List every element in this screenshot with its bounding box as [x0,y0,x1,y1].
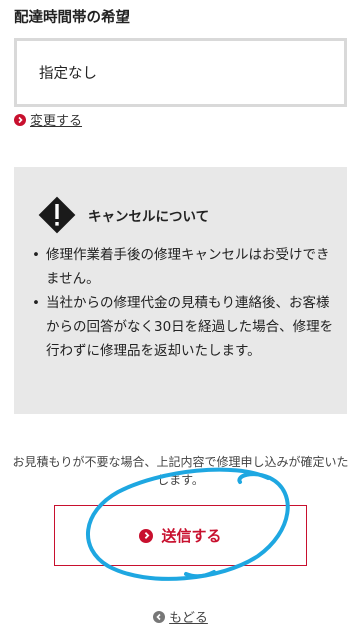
cancel-notice-item: 当社からの修理代金の見積もり連絡後、お客様からの回答がなく30日を経過した場合、… [28,291,340,363]
submit-button[interactable]: 送信する [54,505,307,566]
chevron-right-circle-icon [14,113,26,126]
cancel-notice-title: キャンセルについて [88,209,210,225]
cancel-notice-item: 修理作業着手後の修理キャンセルはお受けできません。 [28,243,340,291]
confirm-text: お見積もりが不要な場合、上記内容で修理申し込みが確定いたします。 [12,455,349,487]
cancel-notice-list: 修理作業着手後の修理キャンセルはお受けできません。 当社からの修理代金の見積もり… [28,243,340,363]
cancel-notice-header: キャンセルについて [36,194,209,236]
chevron-left-circle-icon [153,610,166,623]
change-link-row[interactable]: 変更する [14,110,82,129]
delivery-time-value: 指定なし [39,66,97,82]
submit-label: 送信する [161,527,222,545]
back-link[interactable]: もどる [169,607,208,626]
cancel-notice-box: キャンセルについて 修理作業着手後の修理キャンセルはお受けできません。 当社から… [14,167,347,414]
change-link[interactable]: 変更する [30,110,82,129]
warning-diamond-icon [38,196,76,234]
delivery-time-value-box: 指定なし [14,38,347,107]
delivery-time-heading: 配達時間帯の希望 [14,10,130,26]
back-link-row[interactable]: もどる [0,607,361,626]
chevron-right-circle-icon [139,528,154,543]
